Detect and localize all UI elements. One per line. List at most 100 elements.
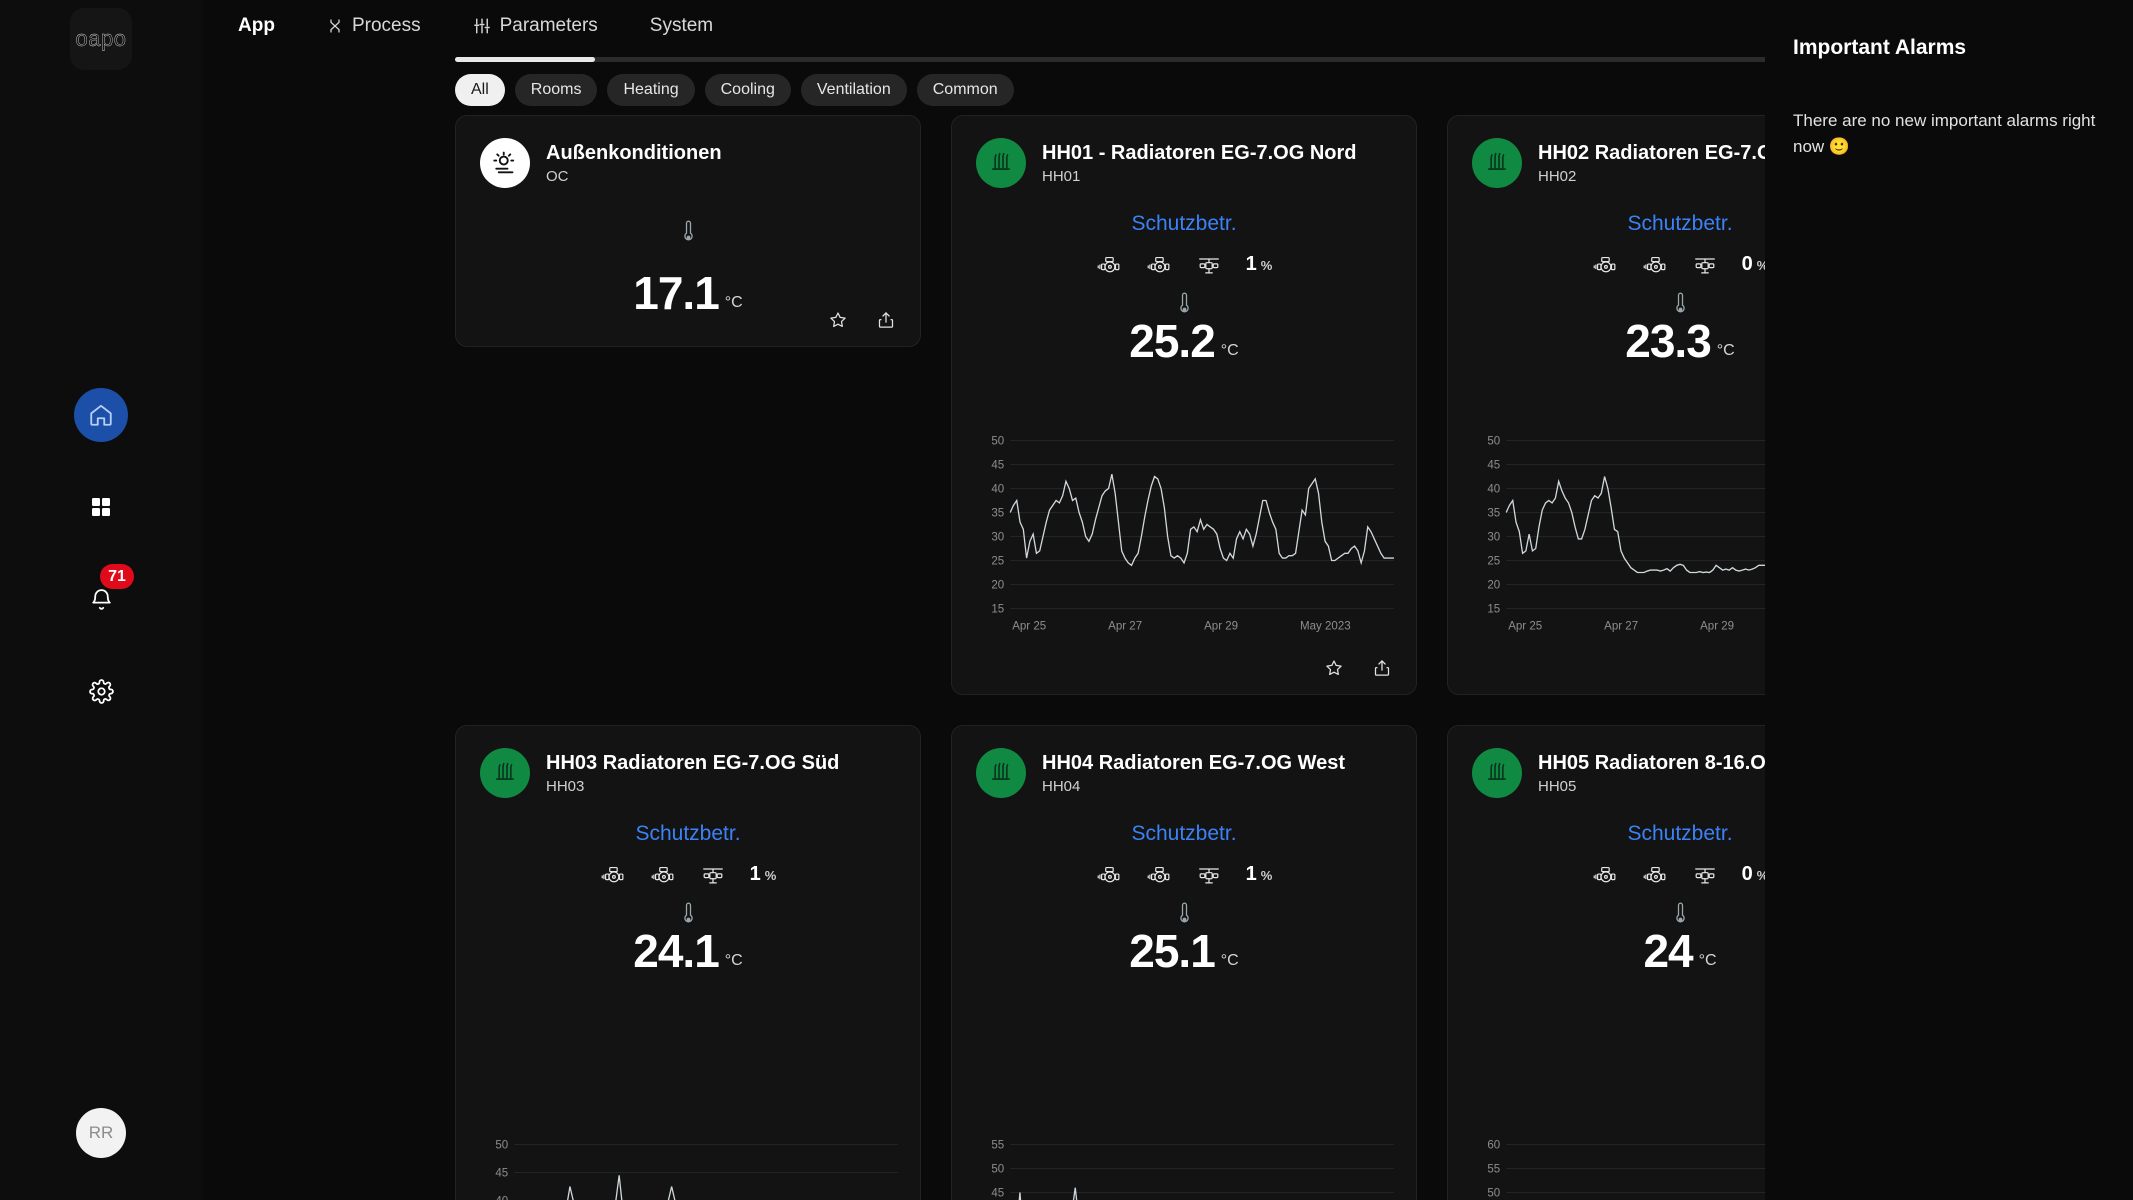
filter-chip-cooling[interactable]: Cooling	[704, 74, 791, 106]
card-temperature: 25.1 °C	[976, 928, 1392, 974]
temperature-value: 25.2	[1129, 315, 1216, 367]
card-title: HH04 Radiatoren EG-7.OG West	[1042, 751, 1346, 774]
tab-app[interactable]: App	[216, 0, 297, 52]
valve-percent-value: 1	[1245, 863, 1257, 885]
svg-text:15: 15	[1487, 601, 1500, 615]
filter-chip-label: Common	[932, 81, 998, 98]
svg-text:30: 30	[1487, 529, 1500, 543]
svg-text:45: 45	[1487, 457, 1500, 471]
filter-chip-common[interactable]: Common	[916, 74, 1014, 106]
card-aussenkonditionen[interactable]: Außenkonditionen OC 17.1 °C	[455, 115, 921, 347]
valve-percent: 1%	[1246, 253, 1273, 276]
temperature-unit: °C	[724, 294, 743, 311]
svg-text:25: 25	[991, 553, 1004, 567]
pump-icon[interactable]	[1592, 864, 1618, 886]
svg-text:Apr 25: Apr 25	[1012, 618, 1046, 632]
card-hh03[interactable]: HH03 Radiatoren EG-7.OG Süd HH03 Schutzb…	[455, 725, 921, 1200]
pump-icon[interactable]	[1642, 254, 1668, 276]
tab-system[interactable]: System	[628, 0, 735, 52]
pump-icon[interactable]	[1146, 864, 1172, 886]
pump-icon[interactable]	[650, 864, 676, 886]
percent-unit: %	[764, 868, 777, 883]
valve-icon[interactable]	[1692, 864, 1718, 886]
tab-process[interactable]: Process	[305, 0, 443, 52]
valve-percent: 1%	[1246, 863, 1273, 886]
home-icon	[90, 404, 112, 426]
pump-icon[interactable]	[1146, 254, 1172, 276]
filter-chip-label: Rooms	[530, 81, 582, 98]
sidebar-item-alarms[interactable]: 71	[74, 564, 134, 626]
star-icon[interactable]	[1324, 658, 1344, 678]
filter-chip-ventilation[interactable]: Ventilation	[800, 74, 907, 106]
sidebar-item-apps[interactable]	[74, 480, 128, 534]
pump-icon[interactable]	[1096, 864, 1122, 886]
filter-chip-label: Cooling	[720, 81, 775, 98]
svg-text:45: 45	[991, 457, 1004, 471]
valve-icon[interactable]	[1196, 254, 1222, 276]
svg-text:Apr 29: Apr 29	[1700, 618, 1734, 632]
star-icon[interactable]	[828, 310, 848, 330]
chart-hh01[interactable]: 15 20 25 30 35 40 45 50 Apr 25 Apr 27 Apr 29 May 20…	[970, 430, 1402, 640]
svg-text:55: 55	[991, 1137, 1004, 1151]
filter-chip-all[interactable]: All	[455, 74, 505, 106]
tab-system-label: System	[649, 15, 714, 36]
temperature-value: 24	[1643, 925, 1693, 977]
status-badge: Schutzbetr.	[1131, 212, 1237, 235]
pump-icon[interactable]	[1592, 254, 1618, 276]
svg-text:Apr 27: Apr 27	[1108, 618, 1142, 632]
percent-unit: %	[1260, 868, 1273, 883]
brand-logo-text: oapo	[75, 26, 127, 51]
svg-text:45: 45	[991, 1185, 1004, 1199]
svg-text:50: 50	[1487, 433, 1500, 447]
share-icon[interactable]	[876, 310, 896, 330]
thermometer-icon	[976, 290, 1392, 316]
svg-text:15: 15	[991, 601, 1004, 615]
avatar[interactable]: RR	[76, 1108, 126, 1158]
device-row: 1%	[976, 863, 1392, 886]
cards-grid: Außenkonditionen OC 17.1 °C HH01 - Radia…	[455, 115, 1913, 1200]
chart-hh03[interactable]: 20253035404550Apr 25Apr 27Apr 29May 2023	[474, 1134, 906, 1200]
chart-hh04[interactable]: 2025303540455055Apr 25Apr 27Apr 29May 20…	[970, 1134, 1402, 1200]
tab-parameters[interactable]: Parameters	[451, 0, 620, 52]
radiator-icon	[1472, 138, 1522, 188]
pump-icon[interactable]	[1096, 254, 1122, 276]
svg-text:Apr 25: Apr 25	[1508, 618, 1542, 632]
card-title: HH03 Radiatoren EG-7.OG Süd	[546, 751, 840, 774]
temperature-unit: °C	[1698, 952, 1717, 969]
svg-text:May 2023: May 2023	[1300, 618, 1351, 632]
brand-logo[interactable]: oapo	[70, 8, 132, 70]
valve-percent-value: 1	[749, 863, 761, 885]
filter-chip-rooms[interactable]: Rooms	[514, 74, 598, 106]
temperature-unit: °C	[1716, 342, 1735, 359]
share-icon[interactable]	[1372, 658, 1392, 678]
svg-text:55: 55	[1487, 1161, 1500, 1175]
temperature-value: 25.1	[1129, 925, 1216, 977]
valve-icon[interactable]	[700, 864, 726, 886]
pump-icon[interactable]	[1642, 864, 1668, 886]
svg-text:50: 50	[1487, 1185, 1500, 1199]
card-subtitle: OC	[546, 167, 569, 185]
gear-icon	[88, 678, 114, 704]
svg-text:25: 25	[1487, 553, 1500, 567]
alarm-count-badge: 71	[100, 564, 134, 589]
pump-icon[interactable]	[600, 864, 626, 886]
filter-chip-heating[interactable]: Heating	[607, 74, 695, 106]
weather-sun-icon	[480, 138, 530, 188]
card-hh01[interactable]: HH01 - Radiatoren EG-7.OG Nord HH01 Schu…	[951, 115, 1417, 695]
bell-icon	[91, 588, 111, 610]
sidebar-item-settings[interactable]	[74, 664, 128, 718]
svg-text:60: 60	[1487, 1137, 1500, 1151]
valve-icon[interactable]	[1196, 864, 1222, 886]
svg-text:40: 40	[991, 481, 1004, 495]
sidebar-item-home[interactable]	[74, 388, 128, 442]
card-header: HH04 Radiatoren EG-7.OG West HH04	[976, 748, 1392, 798]
card-hh04[interactable]: HH04 Radiatoren EG-7.OG West HH04 Schutz…	[951, 725, 1417, 1200]
card-title: Außenkonditionen	[546, 141, 722, 164]
thermometer-icon	[480, 218, 896, 244]
svg-text:40: 40	[1487, 481, 1500, 495]
card-subtitle: HH01	[1042, 167, 1081, 185]
valve-icon[interactable]	[1692, 254, 1718, 276]
temperature-value: 24.1	[633, 925, 720, 977]
temperature-unit: °C	[1220, 342, 1239, 359]
svg-text:40: 40	[495, 1193, 508, 1200]
